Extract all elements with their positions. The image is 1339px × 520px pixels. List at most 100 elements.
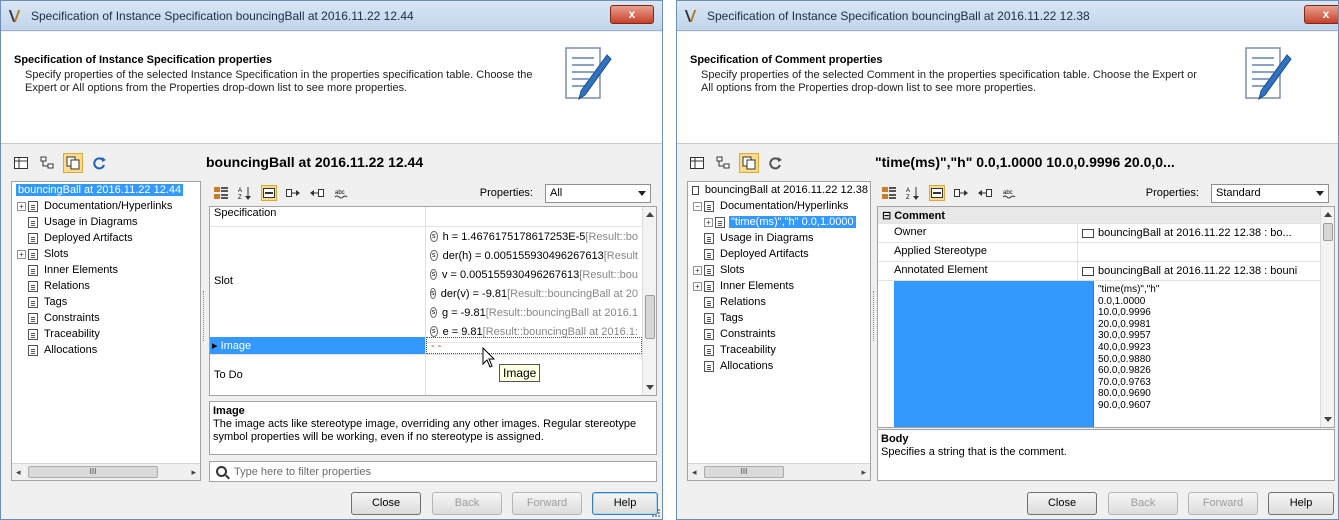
show-table-icon[interactable] <box>687 153 707 173</box>
expand-all-icon[interactable] <box>285 185 301 201</box>
expand-icon[interactable]: + <box>704 217 713 227</box>
forward-button[interactable]: Forward <box>512 492 582 515</box>
tree-item-traceability[interactable]: Traceability <box>688 342 870 358</box>
back-button[interactable]: Back <box>432 492 502 515</box>
forward-button[interactable]: Forward <box>1188 492 1258 515</box>
scroll-down-icon[interactable] <box>1324 417 1332 422</box>
tree-item-traceability[interactable]: Traceability <box>12 326 200 342</box>
scroll-thumb[interactable] <box>645 295 655 339</box>
table-group-header[interactable]: ⊟ Comment <box>878 207 1320 224</box>
expand-icon[interactable]: + <box>693 281 702 291</box>
expand-icon[interactable]: + <box>693 265 702 275</box>
tree-item-allocations[interactable]: Allocations <box>12 342 200 358</box>
collapse-group-icon[interactable]: ⊟ <box>882 210 894 222</box>
body-textarea[interactable]: "time(ms)","h" 0.0,1.0000 10.0,0.9996 20… <box>1094 281 1320 427</box>
tree-view-icon[interactable] <box>37 153 57 173</box>
scroll-down-icon[interactable] <box>646 385 654 390</box>
help-button[interactable]: Help <box>1268 492 1334 515</box>
tree-horizontal-scrollbar[interactable]: ◂ III ▸ <box>688 463 870 480</box>
tree-item-constraints[interactable]: Constraints <box>12 310 200 326</box>
properties-mode-select[interactable]: Standard <box>1211 183 1329 203</box>
scroll-thumb[interactable]: III <box>28 466 158 478</box>
categorized-view-icon[interactable] <box>213 185 229 201</box>
grid-vertical-scrollbar[interactable] <box>642 207 656 395</box>
tree-item-documentation[interactable]: + Documentation/Hyperlinks <box>12 198 200 214</box>
tree-item-allocations[interactable]: Allocations <box>688 358 870 374</box>
tree-item-slots[interactable]: + Slots <box>688 262 870 278</box>
tree-horizontal-scrollbar[interactable]: ◂ III ▸ <box>12 463 200 480</box>
tree-item-inner-elements[interactable]: + Inner Elements <box>688 278 870 294</box>
scroll-thumb[interactable]: III <box>704 466 784 478</box>
scroll-right-icon[interactable]: ▸ <box>191 467 196 478</box>
back-button[interactable]: Back <box>1108 492 1178 515</box>
tree-item-comment[interactable]: + "time(ms)","h" 0.0,1.0000 <box>688 214 870 230</box>
scroll-thumb[interactable] <box>1323 223 1333 241</box>
image-value-field[interactable]: - - <box>426 337 642 354</box>
collapse-icon[interactable]: − <box>693 201 702 211</box>
tree-item-root[interactable]: bouncingBall at 2016.11.22 12.44 <box>12 182 200 198</box>
table-row-image[interactable]: ▸ Image - - <box>210 337 642 355</box>
tree-item-root[interactable]: bouncingBall at 2016.11.22 12.38 <box>688 182 870 198</box>
slot-value-v[interactable]: s v = 0.005155930496267613 [Result::bou <box>430 265 638 284</box>
tree-item-slots[interactable]: + Slots <box>12 246 200 262</box>
collapse-all-icon[interactable] <box>309 185 325 201</box>
copy-icon[interactable] <box>63 153 83 173</box>
table-row[interactable]: Slot s h = 1.4676175178617253E-5 [Result:… <box>210 227 642 343</box>
tree-item-tags[interactable]: Tags <box>688 310 870 326</box>
tree-view-icon[interactable] <box>713 153 733 173</box>
spell-check-icon[interactable]: abc <box>1001 185 1017 201</box>
tree-item-deployed-artifacts[interactable]: Deployed Artifacts <box>12 230 200 246</box>
tree-item-inner-elements[interactable]: Inner Elements <box>12 262 200 278</box>
help-button[interactable]: Help <box>592 492 658 515</box>
show-description-icon[interactable] <box>929 185 945 201</box>
filter-input[interactable]: Type here to filter properties <box>209 461 657 482</box>
window-close-button[interactable]: x <box>610 5 654 24</box>
title-bar[interactable]: Specification of Instance Specification … <box>677 1 1338 31</box>
collapse-all-icon[interactable] <box>977 185 993 201</box>
table-row[interactable]: To Do <box>210 355 642 395</box>
categorized-view-icon[interactable] <box>881 185 897 201</box>
scroll-left-icon[interactable]: ◂ <box>16 467 21 478</box>
property-value[interactable] <box>1078 243 1320 261</box>
scroll-right-icon[interactable]: ▸ <box>861 467 866 478</box>
scroll-up-icon[interactable] <box>1324 212 1332 217</box>
sort-alphabetical-icon[interactable]: AZ <box>237 185 253 201</box>
properties-mode-select[interactable]: All <box>545 183 651 203</box>
splitter-grip[interactable] <box>203 291 204 341</box>
table-row-body[interactable]: "time(ms)","h" 0.0,1.0000 10.0,0.9996 20… <box>878 281 1320 427</box>
close-button[interactable]: Close <box>1027 492 1097 515</box>
spell-check-icon[interactable]: abc <box>333 185 349 201</box>
window-close-button[interactable]: x <box>1304 5 1338 24</box>
close-button[interactable]: Close <box>351 492 421 515</box>
refresh-icon[interactable] <box>89 153 109 173</box>
slot-value-h[interactable]: s h = 1.4676175178617253E-5 [Result::bo <box>430 227 638 246</box>
tree-item-usage-in-diagrams[interactable]: Usage in Diagrams <box>12 214 200 230</box>
property-value[interactable]: bouncingBall at 2016.11.22 12.38 : bo... <box>1078 224 1320 242</box>
tree-item-usage-in-diagrams[interactable]: Usage in Diagrams <box>688 230 870 246</box>
table-row-annotated-element[interactable]: Annotated Element bouncingBall at 2016.1… <box>878 262 1320 281</box>
expand-icon[interactable]: + <box>17 201 26 211</box>
expand-all-icon[interactable] <box>953 185 969 201</box>
slot-value-g[interactable]: s g = -9.81 [Result::bouncingBall at 2016… <box>430 303 638 322</box>
resize-grip[interactable] <box>652 509 660 517</box>
tree-item-constraints[interactable]: Constraints <box>688 326 870 342</box>
splitter-grip[interactable] <box>873 291 874 341</box>
show-table-icon[interactable] <box>11 153 31 173</box>
show-description-icon[interactable] <box>261 185 277 201</box>
title-bar[interactable]: Specification of Instance Specification … <box>1 1 662 31</box>
tree-item-deployed-artifacts[interactable]: Deployed Artifacts <box>688 246 870 262</box>
table-row-applied-stereotype[interactable]: Applied Stereotype <box>878 243 1320 262</box>
grid-vertical-scrollbar[interactable] <box>1320 207 1334 427</box>
tree-item-relations[interactable]: Relations <box>688 294 870 310</box>
tree-item-tags[interactable]: Tags <box>12 294 200 310</box>
slot-value-der-v[interactable]: s der(v) = -9.81 [Result::bouncingBall at… <box>430 284 638 303</box>
table-row[interactable]: Specification <box>210 207 642 227</box>
expand-icon[interactable]: + <box>17 249 26 259</box>
property-value[interactable]: bouncingBall at 2016.11.22 12.38 : bouni <box>1078 262 1320 280</box>
tree-item-relations[interactable]: Relations <box>12 278 200 294</box>
slot-values[interactable]: s h = 1.4676175178617253E-5 [Result::bo s… <box>426 227 642 342</box>
property-value[interactable] <box>426 207 642 226</box>
table-row-owner[interactable]: Owner bouncingBall at 2016.11.22 12.38 :… <box>878 224 1320 243</box>
slot-value-der-h[interactable]: s der(h) = 0.005155930496267613 [Result <box>430 246 638 265</box>
sort-alphabetical-icon[interactable]: AZ <box>905 185 921 201</box>
